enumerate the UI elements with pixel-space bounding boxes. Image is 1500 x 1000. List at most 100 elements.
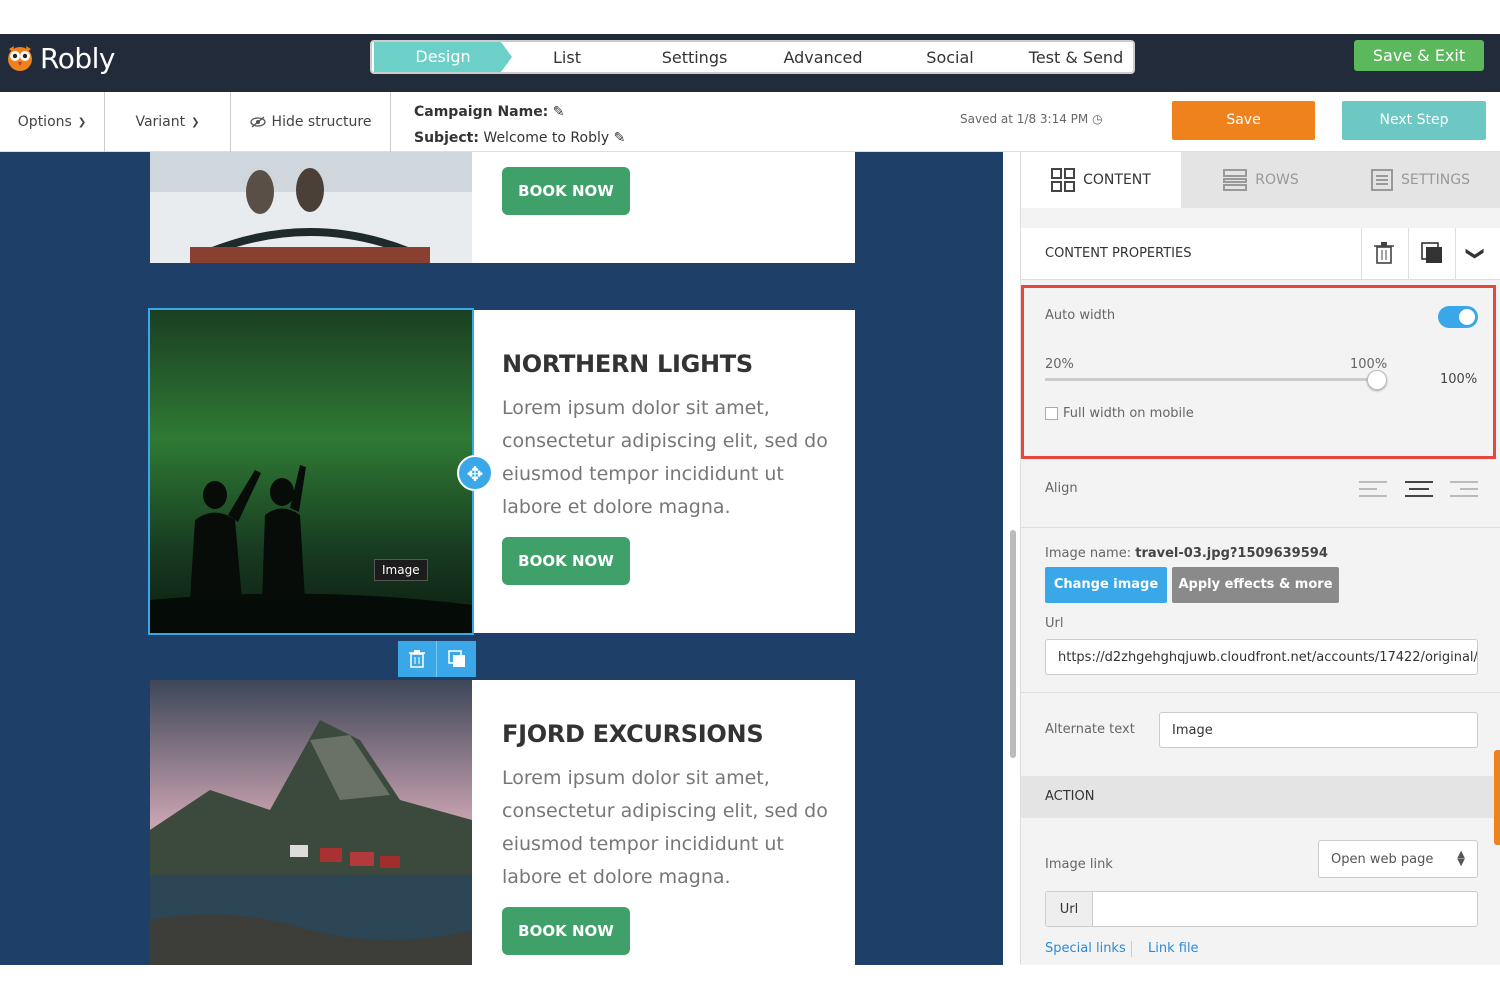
- auto-width-label: Auto width: [1045, 308, 1116, 323]
- hide-structure-button[interactable]: Hide structure: [231, 92, 391, 152]
- image-name-label: Image name:: [1045, 546, 1132, 561]
- apply-effects-button[interactable]: Apply effects & more: [1172, 567, 1339, 603]
- step-list[interactable]: List: [512, 48, 622, 67]
- image-name: Image name: travel-03.jpg?1509639594: [1045, 546, 1328, 561]
- email-canvas: BOOK NOW Image NORTHERN LIGHTS Lorem ips…: [0, 152, 1003, 965]
- rows-icon: [1223, 169, 1248, 191]
- dogsled-image[interactable]: [150, 152, 472, 263]
- pencil-icon[interactable]: ✎: [614, 130, 626, 146]
- link-url-group: Url: [1045, 891, 1478, 927]
- hide-structure-label: Hide structure: [271, 114, 372, 130]
- logo[interactable]: Robly: [6, 40, 115, 76]
- step-nav: Design List Settings Advanced Social Tes…: [370, 40, 1135, 74]
- align-label: Align: [1045, 481, 1078, 496]
- grid-icon: [1051, 168, 1076, 192]
- email-block-dogsled[interactable]: BOOK NOW: [150, 152, 855, 263]
- subject-value: Welcome to Robly: [483, 130, 610, 146]
- chevron-down-icon: ❯: [191, 116, 200, 128]
- slider-max-label: 100%: [1350, 357, 1388, 372]
- tab-content[interactable]: CONTENT: [1021, 152, 1181, 208]
- change-image-button[interactable]: Change image: [1045, 567, 1167, 603]
- variant-dropdown[interactable]: Variant ❯: [105, 92, 231, 152]
- divider: [1021, 527, 1500, 528]
- campaign-name-label: Campaign Name:: [414, 104, 549, 120]
- action-title: ACTION: [1045, 789, 1095, 804]
- tab-rows[interactable]: ROWS: [1181, 152, 1341, 208]
- step-test-send[interactable]: Test & Send: [1021, 48, 1131, 67]
- block-body: Lorem ipsum dolor sit amet, consectetur …: [502, 767, 828, 888]
- tab-rows-label: ROWS: [1255, 172, 1299, 188]
- duplicate-icon[interactable]: [1421, 242, 1443, 268]
- align-center-icon[interactable]: [1405, 480, 1433, 502]
- content-properties-title: CONTENT PROPERTIES: [1045, 246, 1192, 261]
- email-block-northern-lights[interactable]: Image NORTHERN LIGHTS Lorem ipsum dolor …: [148, 308, 855, 635]
- owl-logo-icon: [8, 46, 32, 71]
- saved-at-text: Saved at 1/8 3:14 PM: [960, 112, 1089, 126]
- email-block-fjord-excursions[interactable]: FJORD EXCURSIONS Lorem ipsum dolor sit a…: [150, 680, 855, 965]
- image-link-select[interactable]: Open web page ▲ ▼: [1318, 840, 1478, 878]
- next-step-button[interactable]: Next Step: [1342, 101, 1486, 140]
- book-now-button[interactable]: BOOK NOW: [502, 907, 630, 955]
- variant-label: Variant: [135, 114, 186, 130]
- url-prefix-label: Url: [1046, 892, 1093, 926]
- alt-text-input[interactable]: Image: [1159, 712, 1478, 748]
- divider: [1021, 692, 1500, 693]
- slider-value: 100%: [1440, 372, 1478, 387]
- link-file-link[interactable]: Link file: [1148, 941, 1199, 956]
- width-slider-track[interactable]: [1045, 378, 1378, 381]
- book-now-button[interactable]: BOOK NOW: [502, 167, 630, 215]
- northern-lights-image[interactable]: [148, 308, 474, 635]
- save-button[interactable]: Save: [1172, 101, 1315, 140]
- delete-icon[interactable]: [1374, 242, 1394, 268]
- step-settings[interactable]: Settings: [622, 48, 767, 67]
- fjord-image[interactable]: [150, 680, 472, 965]
- image-link-label: Image link: [1045, 857, 1113, 872]
- duplicate-icon[interactable]: [437, 641, 476, 677]
- step-social[interactable]: Social: [879, 48, 1021, 67]
- image-link-option: Open web page: [1331, 851, 1434, 867]
- divider: [1361, 228, 1362, 280]
- special-links-link[interactable]: Special links: [1045, 941, 1126, 956]
- align-left-icon[interactable]: [1359, 480, 1387, 502]
- select-arrows-icon: ▲ ▼: [1457, 849, 1465, 868]
- clock-icon: ◷: [1092, 112, 1103, 126]
- url-label: Url: [1045, 616, 1064, 631]
- chevron-down-icon: ❯: [77, 116, 87, 128]
- step-design[interactable]: Design: [374, 42, 512, 72]
- canvas-scrollbar[interactable]: [1010, 530, 1016, 758]
- pencil-icon[interactable]: ✎: [553, 104, 565, 120]
- block-actions: [398, 641, 476, 677]
- book-now-button[interactable]: BOOK NOW: [502, 537, 630, 585]
- image-url-value: https://d2zhgehghqjuwb.cloudfront.net/ac…: [1058, 649, 1478, 665]
- tab-settings[interactable]: SETTINGS: [1341, 152, 1500, 208]
- move-handle-icon[interactable]: ✥: [457, 455, 493, 491]
- options-label: Options: [17, 114, 72, 130]
- chevron-down-icon[interactable]: ❯: [1465, 246, 1486, 261]
- slider-min-label: 20%: [1045, 357, 1074, 372]
- alt-text-value: Image: [1172, 722, 1213, 738]
- saved-status: Saved at 1/8 3:14 PM ◷: [960, 112, 1103, 126]
- image-url-input[interactable]: https://d2zhgehghqjuwb.cloudfront.net/ac…: [1045, 639, 1478, 675]
- app-root: Robly Design List Settings Advanced Soci…: [0, 0, 1500, 1000]
- divider: [1408, 228, 1409, 280]
- step-advanced[interactable]: Advanced: [767, 48, 879, 67]
- campaign-info: Campaign Name: ✎ Subject: Welcome to Rob…: [414, 99, 625, 151]
- align-right-icon[interactable]: [1450, 480, 1478, 502]
- auto-width-toggle[interactable]: [1438, 306, 1478, 328]
- save-exit-button[interactable]: Save & Exit: [1354, 40, 1484, 71]
- eye-slash-icon: [249, 116, 266, 128]
- tab-content-label: CONTENT: [1083, 172, 1151, 188]
- side-tab[interactable]: [1494, 750, 1500, 845]
- delete-icon[interactable]: [398, 641, 437, 677]
- image-tooltip: Image: [374, 559, 428, 581]
- divider: [1131, 941, 1132, 957]
- alt-text-label: Alternate text: [1045, 722, 1135, 737]
- block-body: Lorem ipsum dolor sit amet, consectetur …: [502, 397, 828, 518]
- divider: [1455, 228, 1456, 280]
- link-url-input[interactable]: [1093, 892, 1477, 926]
- options-dropdown[interactable]: Options ❯: [0, 92, 105, 152]
- block-title: FJORD EXCURSIONS: [502, 720, 764, 748]
- width-slider-handle[interactable]: [1367, 370, 1387, 390]
- full-width-mobile-checkbox[interactable]: [1045, 407, 1058, 420]
- image-name-value: travel-03.jpg?1509639594: [1135, 546, 1328, 561]
